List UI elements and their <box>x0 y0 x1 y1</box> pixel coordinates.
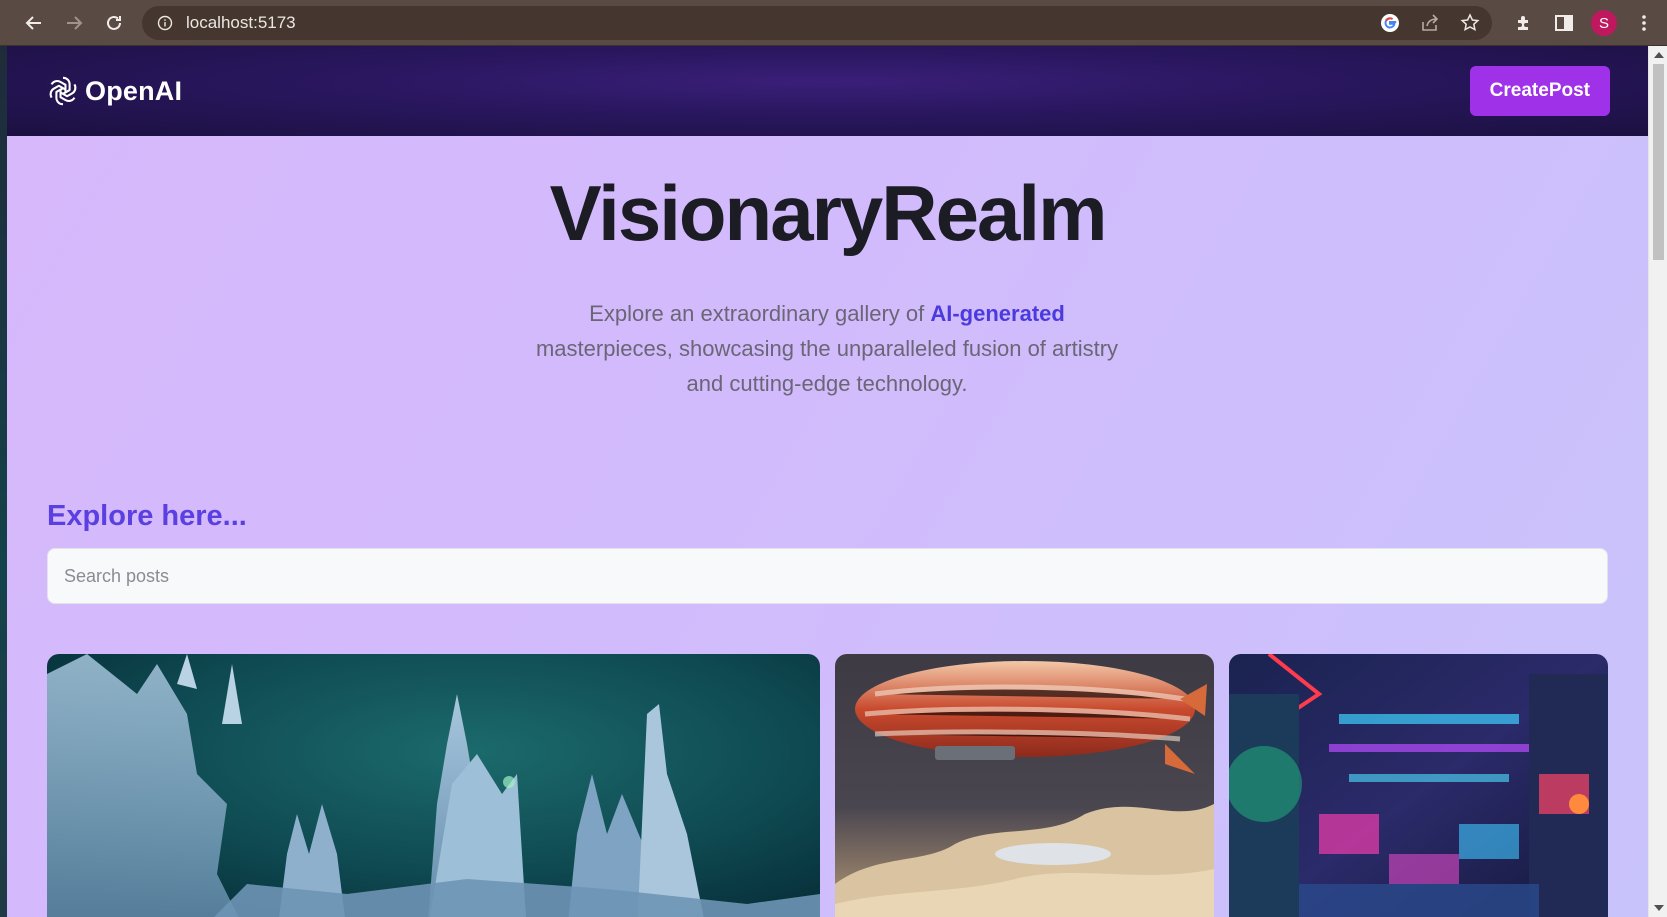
page-scrollbar[interactable] <box>1648 46 1667 917</box>
create-post-button[interactable]: CreatePost <box>1469 66 1610 116</box>
openai-logo-icon <box>45 73 81 109</box>
bookmark-star-icon[interactable] <box>1460 13 1480 33</box>
desktop-edge <box>0 46 7 917</box>
openai-logo[interactable]: OpenAI <box>45 73 182 109</box>
forward-button[interactable] <box>54 3 94 43</box>
google-icon[interactable] <box>1380 13 1400 33</box>
logo-text: OpenAI <box>85 75 183 106</box>
site-info-icon[interactable] <box>156 14 174 32</box>
site-header: OpenAI CreatePost <box>7 46 1648 136</box>
arrow-left-icon <box>25 15 41 30</box>
hero-subtitle-highlight: AI-generated <box>930 301 1065 326</box>
hero-subtitle-tail: masterpieces, showcasing the unparallele… <box>535 336 1119 396</box>
address-bar[interactable]: localhost:5173 <box>142 6 1492 40</box>
page-title: VisionaryRealm <box>549 169 1108 257</box>
crystal-castle-image <box>47 654 820 917</box>
share-icon[interactable] <box>1420 13 1440 33</box>
airship-image <box>835 654 1214 917</box>
neon-city-image <box>1229 654 1608 917</box>
side-panel-icon[interactable] <box>1551 10 1577 36</box>
hero-subtitle: Explore an extraordinary gallery of AI-g… <box>527 296 1127 401</box>
hero-subtitle-lead: Explore an extraordinary gallery of <box>589 301 931 326</box>
arrow-right-icon <box>67 15 83 30</box>
explore-heading: Explore here... <box>47 500 247 532</box>
extensions-icon[interactable] <box>1511 10 1537 36</box>
browser-toolbar: localhost:5173 S <box>0 0 1667 46</box>
reload-button[interactable] <box>94 3 134 43</box>
profile-avatar[interactable]: S <box>1591 10 1617 36</box>
page-viewport: OpenAI CreatePost VisionaryRealm Explore… <box>7 46 1648 917</box>
gallery-card[interactable] <box>47 654 820 917</box>
search-input[interactable] <box>47 548 1608 604</box>
gallery-card[interactable] <box>835 654 1214 917</box>
scrollbar-thumb[interactable] <box>1653 64 1664 260</box>
scroll-up-arrow[interactable] <box>1654 52 1664 58</box>
back-button[interactable] <box>14 3 54 43</box>
url-text: localhost:5173 <box>186 13 296 32</box>
reload-icon <box>107 15 121 30</box>
menu-kebab-icon[interactable] <box>1631 10 1657 36</box>
scroll-down-arrow[interactable] <box>1654 905 1664 911</box>
gallery-card[interactable] <box>1229 654 1608 917</box>
